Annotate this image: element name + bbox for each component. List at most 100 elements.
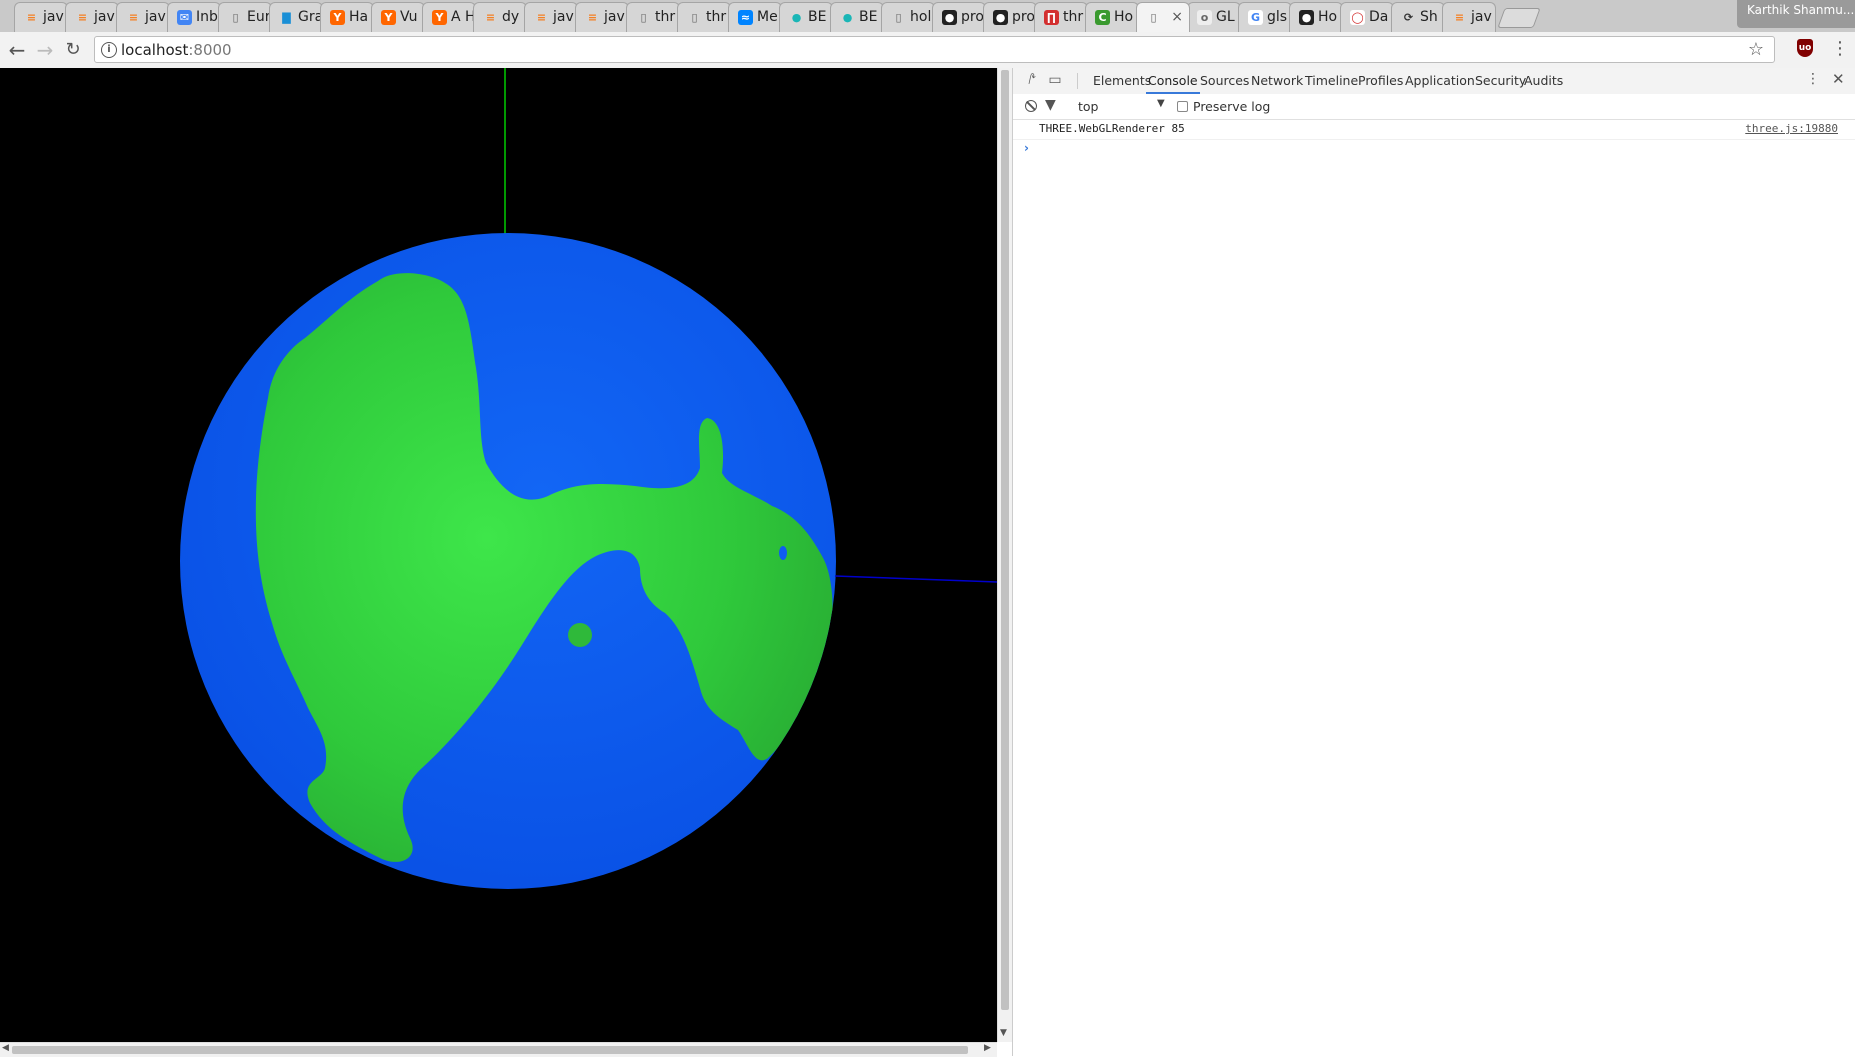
- browser-tab-label: BE: [808, 9, 827, 25]
- devtools-close-icon[interactable]: ✕: [1832, 70, 1845, 88]
- horizontal-scrollbar[interactable]: ◀ ▶: [0, 1042, 997, 1057]
- hackernews-icon: Y: [381, 10, 396, 25]
- devtools-tab-console[interactable]: Console: [1146, 68, 1200, 94]
- browser-tab[interactable]: o GL: [1187, 2, 1241, 32]
- devtools-tab-audits[interactable]: Audits: [1522, 68, 1565, 94]
- context-selector[interactable]: top: [1078, 99, 1098, 114]
- browser-tab[interactable]: ≡ jav: [14, 2, 68, 32]
- browser-tab[interactable]: C Ho: [1085, 2, 1139, 32]
- browser-tab-label: pro: [961, 9, 984, 25]
- browser-tab[interactable]: ▇ Gra: [269, 2, 323, 32]
- devtools-tab-elements[interactable]: Elements: [1091, 68, 1153, 94]
- url-host: localhost: [121, 41, 189, 59]
- messenger-icon: ≈: [738, 10, 753, 25]
- browser-tab[interactable]: ≡ jav: [575, 2, 629, 32]
- browser-tab[interactable]: ≡ jav: [524, 2, 578, 32]
- stackoverflow-icon: ≡: [128, 11, 139, 24]
- stackoverflow-icon: ≡: [587, 11, 598, 24]
- browser-tab-label: GL: [1216, 9, 1235, 25]
- browser-tab[interactable]: ● pro: [932, 2, 986, 32]
- devtools-menu-icon[interactable]: ⋮: [1806, 71, 1820, 87]
- horizontal-scroll-thumb[interactable]: [12, 1046, 968, 1054]
- browser-tab[interactable]: ≡ jav: [116, 2, 170, 32]
- browser-tab-label: thr: [655, 9, 676, 25]
- browser-tab[interactable]: ▯ Eur: [218, 2, 272, 32]
- back-button[interactable]: ←: [6, 39, 28, 61]
- browser-tab[interactable]: ≡ jav: [1442, 2, 1496, 32]
- info-icon[interactable]: i: [101, 42, 117, 58]
- browser-tab[interactable]: Y Ha: [320, 2, 374, 32]
- browser-tab[interactable]: YA H: [422, 2, 476, 32]
- browser-tab[interactable]: ≡ jav: [65, 2, 119, 32]
- device-toolbar-icon[interactable]: ▭: [1047, 72, 1063, 88]
- stackoverflow-icon: ≡: [485, 11, 496, 24]
- stackoverflow-icon: ≡: [536, 11, 547, 24]
- bookmark-star-icon[interactable]: ☆: [1748, 39, 1764, 60]
- browser-tab[interactable]: ≡ dy: [473, 2, 527, 32]
- browser-tab[interactable]: ● BE: [830, 2, 884, 32]
- browser-tab-label: thr: [1063, 9, 1084, 25]
- browser-tab-label: dy: [502, 9, 520, 25]
- reload-icon[interactable]: ↻: [62, 39, 84, 61]
- browser-tab[interactable]: ▯ thr: [626, 2, 680, 32]
- devtools-panel: ⭚ ▭ Elements Console Sources Network Timelin…: [1012, 68, 1855, 1056]
- browser-tab-label: BE: [859, 9, 878, 25]
- forward-button[interactable]: →: [34, 39, 56, 61]
- devtools-tab-security[interactable]: Security: [1473, 68, 1528, 94]
- scroll-left-arrow-icon[interactable]: ◀: [2, 1043, 9, 1053]
- browser-tab-label: thr: [706, 9, 727, 25]
- browser-tab[interactable]: ∏ thr: [1034, 2, 1088, 32]
- inbox-icon: ✉: [177, 10, 192, 25]
- browser-tab[interactable]: Ggls: [1238, 2, 1292, 32]
- browser-tab[interactable]: ▯ ×: [1136, 2, 1190, 32]
- browser-toolbar: ← → ↻ i localhost:8000 ☆ uo ⋮: [0, 32, 1855, 69]
- hackernews-icon: Y: [330, 10, 345, 25]
- google-icon: G: [1248, 10, 1263, 25]
- page-icon: ▯: [640, 11, 647, 24]
- browser-menu-icon[interactable]: ⋮: [1831, 38, 1849, 60]
- inspect-element-icon[interactable]: ⭚: [1024, 72, 1040, 88]
- browser-tab[interactable]: ≈ Me: [728, 2, 782, 32]
- browser-tab[interactable]: ▯ thr: [677, 2, 731, 32]
- new-tab-button[interactable]: [1497, 8, 1541, 28]
- preserve-log-label[interactable]: Preserve log: [1193, 99, 1270, 114]
- devtools-tab-sources[interactable]: Sources: [1198, 68, 1251, 94]
- browser-tab[interactable]: ◯ Da: [1340, 2, 1394, 32]
- browser-tab-label: Ho: [1318, 9, 1338, 25]
- scroll-down-arrow-icon[interactable]: ▼: [1000, 1028, 1007, 1038]
- browser-tab[interactable]: Y Vu: [371, 2, 425, 32]
- vertical-scroll-thumb[interactable]: [1001, 70, 1009, 1010]
- console-prompt[interactable]: ›: [1024, 141, 1029, 155]
- devtools-tab-timeline[interactable]: Timeline: [1303, 68, 1360, 94]
- browser-tab[interactable]: ▯ hol: [881, 2, 935, 32]
- clear-console-icon[interactable]: [1025, 100, 1037, 112]
- browser-tab[interactable]: ⟳ Sh: [1391, 2, 1445, 32]
- ublock-extension-icon[interactable]: uo: [1797, 39, 1813, 57]
- devtools-tab-network[interactable]: Network: [1249, 68, 1305, 94]
- context-dropdown-icon[interactable]: ▼: [1157, 98, 1165, 109]
- vertical-scrollbar[interactable]: ▼: [997, 68, 1012, 1042]
- preserve-log-checkbox[interactable]: [1177, 101, 1188, 112]
- profile-button[interactable]: Karthik Shanmu...: [1737, 0, 1855, 28]
- tab-close-icon[interactable]: ×: [1171, 3, 1183, 31]
- devtools-tab-application[interactable]: Application: [1403, 68, 1477, 94]
- browser-tab[interactable]: ● Ho: [1289, 2, 1343, 32]
- devtools-tab-profiles[interactable]: Profiles: [1356, 68, 1405, 94]
- address-bar[interactable]: i localhost:8000 ☆: [94, 36, 1775, 63]
- url-port: :8000: [188, 41, 232, 59]
- browser-tab[interactable]: ● BE: [779, 2, 833, 32]
- share-icon: ⟳: [1403, 11, 1414, 24]
- filter-icon[interactable]: ▼: [1045, 97, 1056, 113]
- browser-tab-label: A H: [451, 9, 476, 25]
- small-island: [568, 623, 592, 647]
- webgl-canvas[interactable]: [0, 68, 997, 1056]
- github-icon: ●: [993, 10, 1008, 25]
- scroll-right-arrow-icon[interactable]: ▶: [984, 1043, 991, 1053]
- browser-tab[interactable]: ● pro: [983, 2, 1037, 32]
- console-toolbar: ▼ top ▼ Preserve log: [1013, 94, 1855, 120]
- console-message-source-link[interactable]: three.js:19880: [1745, 122, 1838, 135]
- browser-tab[interactable]: ✉ Inb: [167, 2, 221, 32]
- browser-tab-label: hol: [910, 9, 932, 25]
- chart-icon: ▇: [282, 11, 291, 24]
- browser-tab-label: gls: [1267, 9, 1288, 25]
